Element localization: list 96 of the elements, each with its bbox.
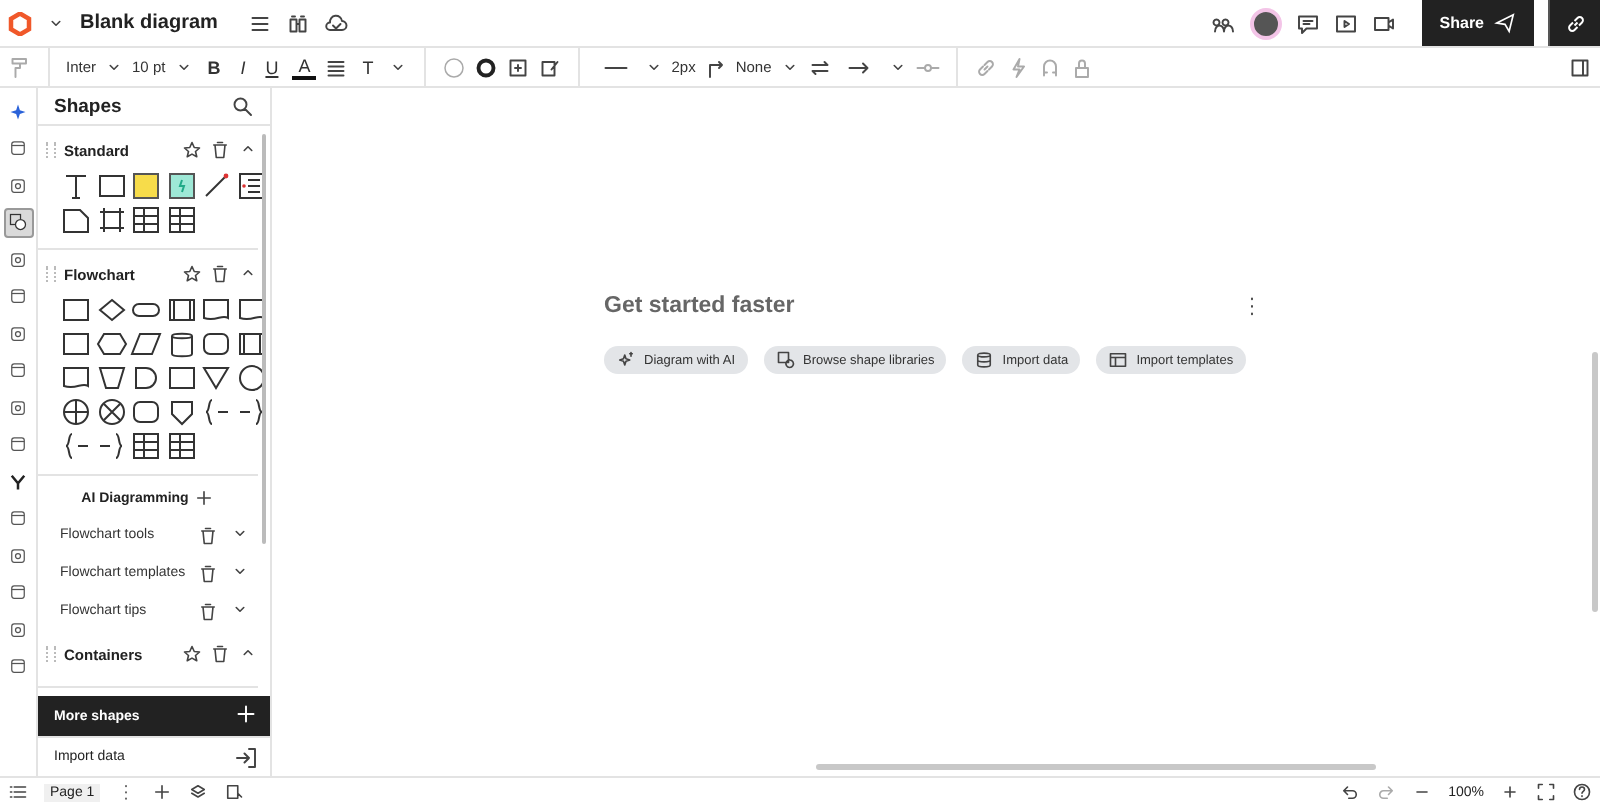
xc-shape-icon[interactable] xyxy=(95,396,127,428)
text-shape-icon[interactable] xyxy=(60,170,92,202)
link-icon xyxy=(1563,11,1587,35)
brace-shape-icon[interactable] xyxy=(200,396,232,428)
shield-shape-icon[interactable] xyxy=(165,396,197,428)
italic-button[interactable]: I xyxy=(234,57,252,77)
wave-shape-icon[interactable] xyxy=(60,362,92,394)
sparkle-icon[interactable] xyxy=(616,350,636,370)
note2-shape-icon[interactable] xyxy=(165,170,197,202)
rail-button[interactable] xyxy=(3,207,33,237)
fill-color-icon[interactable] xyxy=(441,55,466,79)
align-icon[interactable] xyxy=(324,55,349,79)
style-icon[interactable] xyxy=(537,55,562,79)
table-shape-icon[interactable] xyxy=(130,204,162,236)
star-icon[interactable] xyxy=(182,140,202,160)
line-type-icon[interactable] xyxy=(703,55,728,79)
drag-handle-icon[interactable] xyxy=(46,266,56,282)
trash-icon[interactable] xyxy=(210,264,230,284)
search-icon[interactable] xyxy=(230,94,254,118)
table2-shape-icon[interactable] xyxy=(165,204,197,236)
trap-shape-icon[interactable] xyxy=(95,362,127,394)
rectbar-shape-icon[interactable] xyxy=(165,294,197,326)
cyl-shape-icon[interactable] xyxy=(165,328,197,360)
user-avatar[interactable] xyxy=(1249,7,1282,39)
grid-shape-icon[interactable] xyxy=(130,430,162,462)
underline-button[interactable]: U xyxy=(259,57,285,77)
horizontal-scrollbar[interactable] xyxy=(816,764,1376,770)
zoom-in-icon[interactable] xyxy=(1500,782,1520,802)
logo-icon[interactable] xyxy=(8,11,32,35)
trash-icon[interactable] xyxy=(198,525,218,545)
code-shape-icon[interactable] xyxy=(60,204,92,236)
line-color-icon[interactable] xyxy=(473,55,498,79)
swap-icon[interactable] xyxy=(807,55,832,79)
shapes-icon[interactable] xyxy=(775,350,796,370)
brace-shape-icon[interactable] xyxy=(60,430,92,462)
bold-button[interactable]: B xyxy=(201,57,227,77)
video-icon[interactable] xyxy=(1371,11,1396,35)
layers-icon[interactable] xyxy=(188,782,209,802)
shape-options-icon[interactable] xyxy=(505,55,530,79)
rect-shape-icon[interactable] xyxy=(60,328,92,360)
link-button[interactable] xyxy=(1548,0,1600,46)
help-icon[interactable] xyxy=(1572,782,1592,802)
rect-shape-icon[interactable] xyxy=(165,362,197,394)
sparkle-icon[interactable] xyxy=(194,488,215,508)
menu-icon[interactable] xyxy=(247,11,272,35)
share-button[interactable]: Share xyxy=(1421,0,1534,46)
star-icon[interactable] xyxy=(182,644,202,664)
template-icon[interactable] xyxy=(1108,350,1129,370)
fit-screen-icon[interactable] xyxy=(1536,782,1556,802)
sparkle-icon xyxy=(8,101,28,121)
drag-handle-icon[interactable] xyxy=(46,142,56,158)
pages-list-icon[interactable] xyxy=(8,782,28,802)
rectbar-shape-icon[interactable] xyxy=(235,328,267,360)
line-shape-icon[interactable] xyxy=(200,170,232,202)
mdoc-shape-icon[interactable] xyxy=(235,294,267,326)
document-title[interactable]: Blank diagram xyxy=(80,12,218,34)
import-icon[interactable] xyxy=(234,745,258,769)
cloud-icon[interactable] xyxy=(323,11,348,35)
hex-shape-icon[interactable] xyxy=(95,328,127,360)
list-shape-icon[interactable] xyxy=(235,170,267,202)
rounded-shape-icon[interactable] xyxy=(200,328,232,360)
drag-handle-icon[interactable] xyxy=(46,646,56,662)
note-shape-icon[interactable] xyxy=(130,170,162,202)
comment-icon[interactable] xyxy=(1295,11,1320,35)
para-shape-icon[interactable] xyxy=(130,328,162,360)
text-options-button[interactable]: T xyxy=(356,57,380,77)
table-shape-icon[interactable] xyxy=(165,430,197,462)
diamond-shape-icon[interactable] xyxy=(95,294,127,326)
text-color-button[interactable]: A xyxy=(292,55,317,79)
circle-shape-icon[interactable] xyxy=(235,362,267,394)
crossc-shape-icon[interactable] xyxy=(60,396,92,428)
shapes-icon xyxy=(8,212,28,232)
doc-shape-icon[interactable] xyxy=(200,294,232,326)
trash-icon[interactable] xyxy=(210,644,230,664)
scrollbar[interactable] xyxy=(262,134,266,544)
page-settings-icon[interactable] xyxy=(224,782,245,802)
vertical-scrollbar[interactable] xyxy=(1592,352,1598,612)
present-icon[interactable] xyxy=(1333,11,1358,35)
get-started-heading: Get started faster xyxy=(604,294,795,318)
rect-shape-icon[interactable] xyxy=(95,170,127,202)
frame-shape-icon[interactable] xyxy=(95,204,127,236)
dshape-shape-icon[interactable] xyxy=(130,362,162,394)
brace2-shape-icon[interactable] xyxy=(235,396,267,428)
send-icon xyxy=(1494,12,1516,34)
brace2-shape-icon[interactable] xyxy=(95,430,127,462)
rect-shape-icon[interactable] xyxy=(60,294,92,326)
trash-icon[interactable] xyxy=(210,140,230,160)
star-icon[interactable] xyxy=(182,264,202,284)
trash-icon[interactable] xyxy=(198,601,218,621)
rounded-shape-icon[interactable] xyxy=(130,396,162,428)
binoculars-icon[interactable] xyxy=(285,11,310,35)
panel-icon[interactable] xyxy=(1568,55,1592,79)
trash-icon[interactable] xyxy=(198,563,218,583)
undo-icon[interactable] xyxy=(1340,782,1361,802)
panel-title: Shapes xyxy=(54,95,122,117)
tri-shape-icon[interactable] xyxy=(200,362,232,394)
